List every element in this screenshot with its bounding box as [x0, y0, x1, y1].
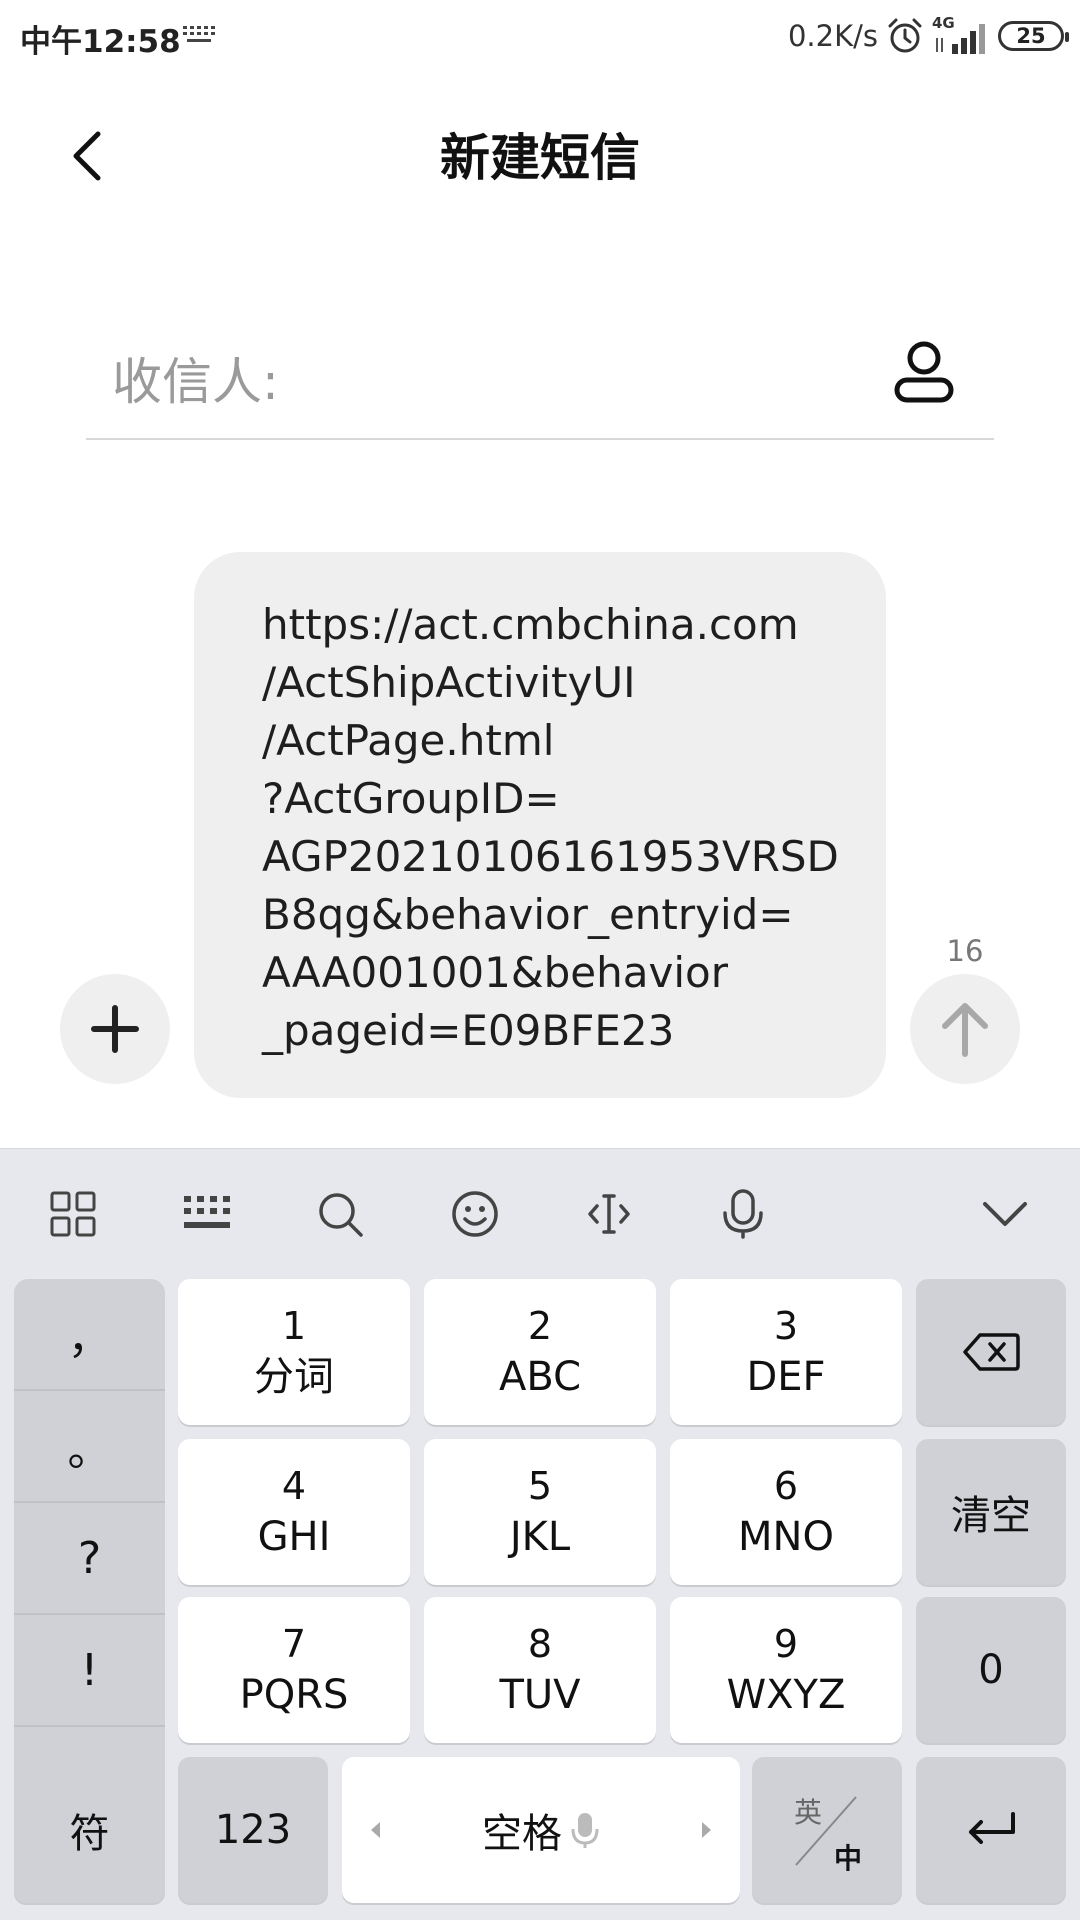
backspace-key[interactable] — [916, 1279, 1066, 1425]
hide-keyboard-button[interactable] — [970, 1179, 1040, 1249]
search-icon — [319, 1193, 363, 1237]
grid-icon — [50, 1191, 96, 1237]
plus-icon — [91, 1005, 139, 1053]
key-9-letters: WXYZ — [726, 1672, 846, 1718]
key-2[interactable]: 2 ABC — [424, 1279, 656, 1425]
key-5-number: 5 — [527, 1464, 553, 1508]
arrow-up-icon — [942, 1003, 988, 1057]
language-switch-key[interactable]: 英 中 — [752, 1757, 902, 1903]
toolbar-emoji-button[interactable] — [440, 1179, 510, 1249]
key-9-number: 9 — [773, 1622, 799, 1666]
status-indicators: 0.2K/s 4G 25 — [787, 14, 1069, 58]
key-6[interactable]: 6 MNO — [670, 1439, 902, 1585]
toolbar-voice-button[interactable] — [708, 1179, 778, 1249]
page-title: 新建短信 — [440, 129, 640, 187]
toolbar-cursor-button[interactable] — [574, 1179, 644, 1249]
key-0-label: 0 — [978, 1647, 1004, 1693]
punct-key-period[interactable]: 。 — [14, 1391, 165, 1503]
numbers-key[interactable]: 123 — [178, 1757, 328, 1903]
battery-icon: 25 — [998, 21, 1069, 51]
send-button[interactable] — [910, 974, 1020, 1084]
keyboard-indicator-icon — [183, 26, 215, 42]
keyboard-icon — [184, 1196, 230, 1228]
key-3-letters: DEF — [746, 1354, 826, 1400]
language-zh-label: 中 — [834, 1842, 863, 1875]
key-8-letters: TUV — [499, 1672, 581, 1718]
key-9[interactable]: 9 WXYZ — [670, 1597, 902, 1743]
key-4[interactable]: 4 GHI — [178, 1439, 410, 1585]
microphone-icon — [571, 1813, 599, 1848]
key-4-letters: GHI — [257, 1514, 331, 1560]
numbers-key-label: 123 — [214, 1807, 292, 1853]
cursor-icon — [588, 1194, 630, 1234]
key-6-number: 6 — [773, 1464, 799, 1508]
emoji-icon — [452, 1191, 498, 1237]
status-bar: 中午12:58 0.2K/s 4G 25 — [0, 0, 1080, 72]
key-1-letters: 分词 — [254, 1354, 334, 1400]
key-5[interactable]: 5 JKL — [424, 1439, 656, 1585]
punct-key-exclamation[interactable]: ! — [14, 1615, 165, 1727]
network-speed: 0.2K/s — [787, 19, 878, 53]
key-3[interactable]: 3 DEF — [670, 1279, 902, 1425]
microphone-icon — [723, 1189, 763, 1239]
status-time: 中午12:58 — [20, 24, 181, 60]
key-8[interactable]: 8 TUV — [424, 1597, 656, 1743]
toolbar-grid-button[interactable] — [38, 1179, 108, 1249]
message-input[interactable]: https://act.cmbchina.com /ActShipActivit… — [194, 552, 886, 1098]
person-icon — [894, 341, 954, 403]
key-1-number: 1 — [281, 1304, 307, 1348]
key-7-letters: PQRS — [239, 1672, 349, 1718]
slash-divider — [795, 1796, 857, 1866]
caret-left-icon — [371, 1822, 380, 1838]
clear-key[interactable]: 清空 — [916, 1439, 1066, 1585]
battery-level: 25 — [1016, 24, 1046, 48]
key-4-number: 4 — [281, 1464, 307, 1508]
contact-picker-button[interactable] — [888, 338, 960, 410]
character-count: 16 — [946, 934, 984, 968]
key-3-number: 3 — [773, 1304, 799, 1348]
punct-key-comma[interactable]: ， — [14, 1279, 165, 1391]
space-key-label: 空格 — [482, 1811, 562, 1857]
symbols-key[interactable]: 符 — [14, 1757, 165, 1903]
caret-right-icon — [702, 1822, 711, 1838]
key-1[interactable]: 1 分词 — [178, 1279, 410, 1425]
key-2-letters: ABC — [498, 1354, 582, 1400]
key-7-number: 7 — [281, 1622, 307, 1666]
chevron-down-icon — [983, 1202, 1027, 1226]
key-5-letters: JKL — [509, 1514, 571, 1560]
toolbar-search-button[interactable] — [305, 1179, 375, 1249]
key-7[interactable]: 7 PQRS — [178, 1597, 410, 1743]
keyboard-toolbar — [0, 1149, 1080, 1279]
alarm-icon — [888, 18, 922, 53]
toolbar-keyboard-button[interactable] — [172, 1179, 242, 1249]
clear-key-label: 清空 — [951, 1493, 1031, 1539]
key-2-number: 2 — [527, 1304, 553, 1348]
signal-icon: 4G — [932, 14, 990, 56]
key-6-letters: MNO — [738, 1514, 834, 1560]
symbols-key-label: 符 — [69, 1811, 110, 1857]
recipient-field[interactable]: 收信人: — [86, 330, 994, 440]
key-0[interactable]: 0 — [916, 1597, 1066, 1743]
message-text: https://act.cmbchina.com /ActShipActivit… — [262, 600, 839, 1055]
keyboard: ， 。 ? ! 1 分词 2 ABC 3 DEF 4 GHI 5 JKL 6 M… — [0, 1148, 1080, 1920]
recipient-label: 收信人: — [112, 353, 279, 411]
punct-key-question[interactable]: ? — [14, 1503, 165, 1615]
key-8-number: 8 — [527, 1622, 553, 1666]
attach-button[interactable] — [60, 974, 170, 1084]
backspace-icon — [963, 1333, 1020, 1371]
enter-key[interactable] — [916, 1757, 1066, 1903]
enter-icon — [969, 1812, 1015, 1844]
space-key[interactable]: 空格 — [342, 1757, 740, 1903]
